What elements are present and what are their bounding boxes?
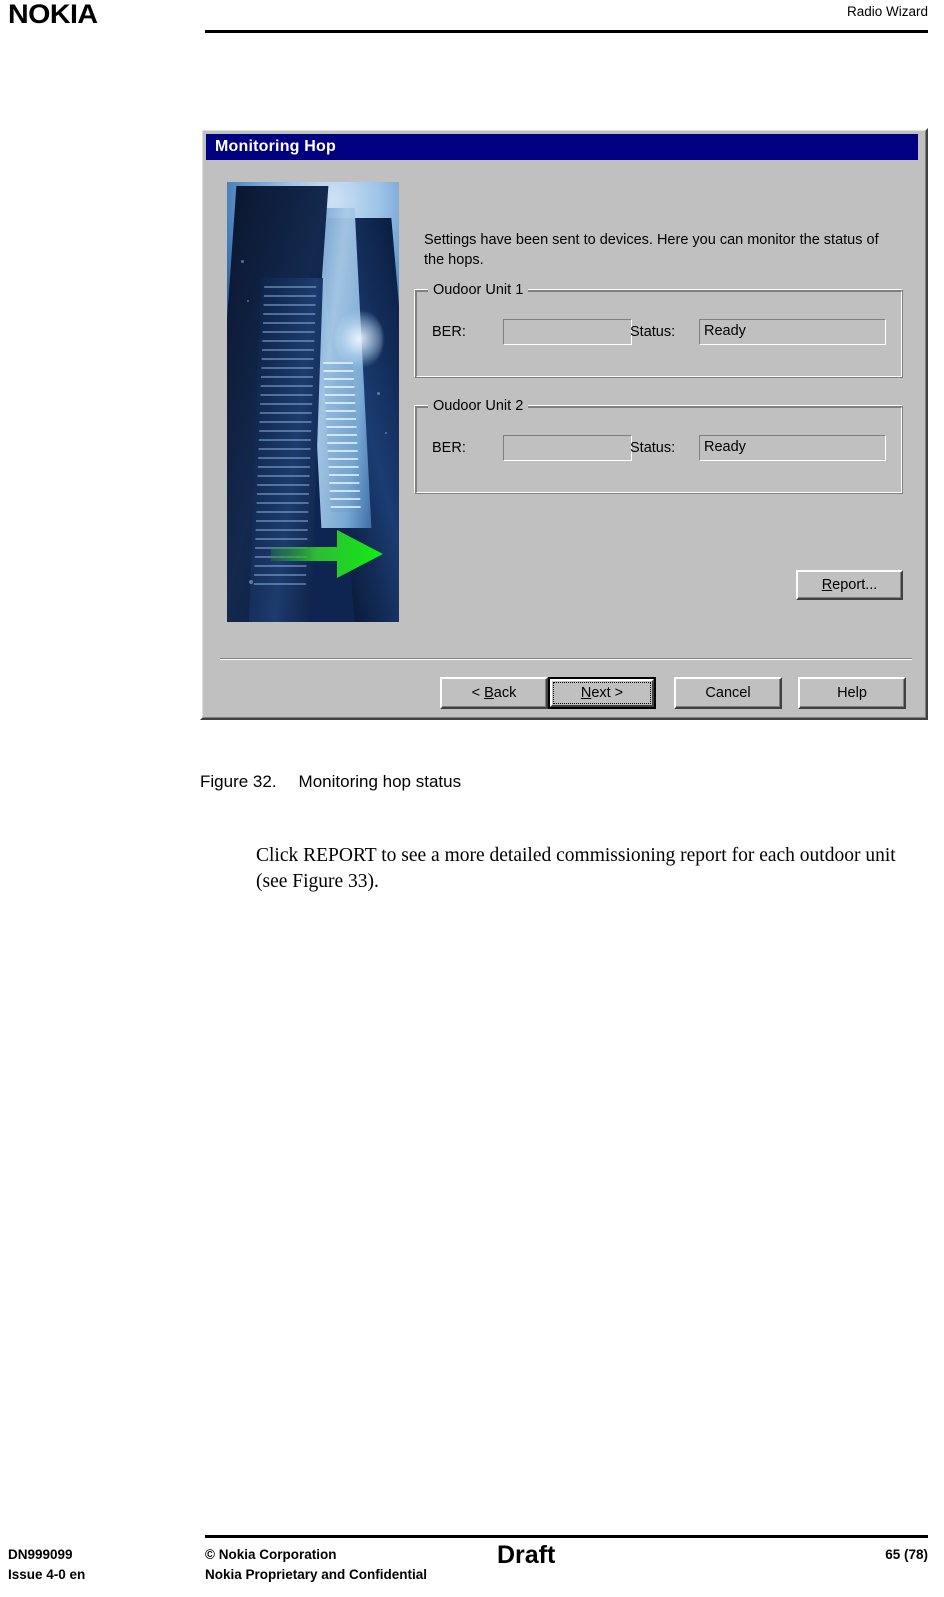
group-outdoor-unit-2-legend: Oudoor Unit 2 bbox=[428, 398, 529, 415]
ber-field-1[interactable] bbox=[503, 319, 632, 345]
figure-caption: Figure 32. Monitoring hop status bbox=[200, 771, 461, 793]
light-speck bbox=[241, 260, 244, 263]
ber-label-1: BER: bbox=[432, 324, 466, 340]
dialog-title: Monitoring Hop bbox=[215, 138, 336, 155]
help-button-label: Help bbox=[837, 685, 867, 701]
group-outdoor-unit-2: Oudoor Unit 2 BER: Status: Ready bbox=[415, 398, 903, 494]
dialog-titlebar: Monitoring Hop bbox=[206, 134, 918, 160]
header-title: Radio Wizard bbox=[846, 4, 928, 19]
next-button-label: Next > bbox=[580, 685, 624, 701]
footer-issue: Issue 4-0 en bbox=[8, 1567, 86, 1582]
figure-number: Figure 32. bbox=[200, 772, 277, 791]
next-button[interactable]: Next > bbox=[548, 677, 656, 709]
light-speck bbox=[249, 580, 253, 584]
light-speck bbox=[377, 392, 380, 395]
status-label-1: Status: bbox=[630, 324, 676, 340]
body-paragraph: Click REPORT to see a more detailed comm… bbox=[256, 845, 896, 892]
footer-status: Draft bbox=[497, 1541, 556, 1569]
group-outdoor-unit-1-legend: Oudoor Unit 1 bbox=[428, 282, 529, 299]
footer-divider bbox=[205, 1535, 928, 1538]
page-footer: DN999099 Issue 4-0 en © Nokia Corporatio… bbox=[0, 1541, 944, 1597]
status-label-2: Status: bbox=[630, 440, 676, 456]
footer-copyright-block: © Nokia Corporation Nokia Proprietary an… bbox=[205, 1545, 427, 1585]
footer-copyright: © Nokia Corporation bbox=[205, 1547, 337, 1562]
footer-page-number: 65 (78) bbox=[885, 1547, 928, 1562]
figure-title: Monitoring hop status bbox=[298, 772, 462, 791]
wizard-sidebar-image bbox=[227, 182, 399, 622]
page-header: NOKIA Radio Wizard bbox=[0, 0, 944, 46]
footer-document-info: DN999099 Issue 4-0 en bbox=[8, 1545, 85, 1585]
nokia-logo: NOKIA bbox=[8, 0, 98, 29]
dialog-intro-text: Settings have been sent to devices. Here… bbox=[424, 232, 879, 268]
cancel-button-label: Cancel bbox=[705, 685, 751, 701]
back-button-label: < Back bbox=[471, 685, 517, 701]
cancel-button[interactable]: Cancel bbox=[674, 677, 782, 709]
group-outdoor-unit-1: Oudoor Unit 1 BER: Status: Ready bbox=[415, 282, 903, 378]
green-arrow-icon bbox=[271, 528, 383, 580]
header-divider bbox=[205, 30, 928, 33]
light-speck bbox=[385, 432, 387, 434]
ber-label-2: BER: bbox=[432, 440, 466, 456]
monitoring-hop-dialog: Monitoring Hop Settings have been sent t… bbox=[200, 128, 928, 720]
status-field-2[interactable]: Ready bbox=[699, 435, 886, 461]
ber-field-2[interactable] bbox=[503, 435, 632, 461]
report-button[interactable]: Report... bbox=[796, 570, 903, 600]
back-button[interactable]: < Back bbox=[440, 677, 548, 709]
next-button-face: Next > bbox=[550, 679, 654, 707]
report-button-label: Report... bbox=[821, 577, 878, 593]
button-row-separator bbox=[220, 658, 912, 660]
footer-doc-number: DN999099 bbox=[8, 1547, 73, 1562]
footer-confidentiality: Nokia Proprietary and Confidential bbox=[205, 1567, 428, 1582]
sun-glow bbox=[335, 308, 383, 370]
light-speck bbox=[247, 300, 249, 302]
help-button[interactable]: Help bbox=[798, 677, 906, 709]
status-field-1[interactable]: Ready bbox=[699, 319, 886, 345]
